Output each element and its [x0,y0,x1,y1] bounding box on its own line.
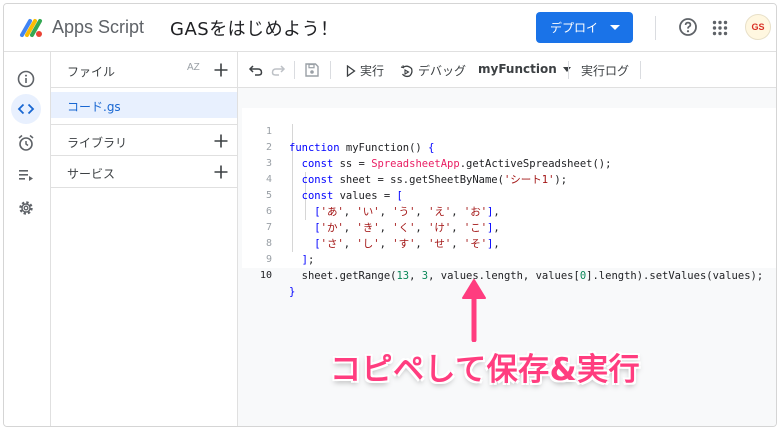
code-line: 3 const sheet = ss.getSheetByName('シート1'… [242,140,776,186]
gear-icon [19,201,33,215]
execution-log-button[interactable]: 実行ログ [581,62,629,79]
line-number: 10 [259,270,272,281]
debug-icon [400,64,413,77]
code-area[interactable]: 1 function myFunction() { 2 const ss = S… [242,108,776,298]
add-library-icon[interactable] [213,133,229,149]
undo-icon[interactable] [248,62,264,78]
execution-log-label: 実行ログ [581,64,630,78]
file-item-label: コード.gs [67,100,121,114]
list-play-icon [19,170,33,181]
triggers-button[interactable] [11,128,41,158]
code-line: 1 function myFunction() { [242,108,776,154]
code-line: 9 sheet.getRange(13, 3, values.length, v… [242,236,776,282]
debug-label: デバッグ [418,64,467,78]
toolbar-divider [640,61,641,79]
overview-button[interactable] [11,64,41,94]
function-select[interactable]: myFunction [478,62,571,76]
avatar[interactable]: GS [745,14,771,40]
libraries-label: ライブラリ [67,136,128,150]
code-line: 7 ['さ', 'し', 'す', 'せ', 'そ'], [242,204,776,250]
code-text: } [289,286,296,298]
apps-script-logo-icon[interactable] [18,15,44,39]
file-item-code-gs[interactable]: コード.gs [51,92,237,118]
apps-script-window: Apps Script GASをはじめよう！ デプロイ GS ファイル AZ コ… [3,3,777,427]
info-icon [17,70,35,88]
libraries-section[interactable]: ライブラリ [51,124,237,156]
annotation-text: コピペして保存&実行 [330,352,641,388]
code-line: 2 const ss = SpreadsheetApp.getActiveSpr… [242,124,776,170]
annotation-arrow-icon [462,279,486,342]
sort-az-icon[interactable]: AZ [187,62,200,73]
toolbar-divider [330,61,331,79]
debug-button[interactable]: デバッグ [400,62,466,79]
deploy-button[interactable]: デプロイ [536,12,633,43]
side-rail [4,52,48,426]
code-line: 6 ['か', 'き', 'く', 'け', 'こ'], [242,188,776,234]
code-line: 8 ]; [242,220,776,266]
services-section[interactable]: サービス [51,156,237,188]
code-text: sheet.getRange(13, 3, values.length, val… [289,270,764,282]
header-divider [655,16,656,40]
redo-icon[interactable] [270,62,286,78]
save-icon[interactable] [304,62,320,78]
toolbar-divider [568,61,569,79]
avatar-text: GS [751,22,765,32]
chevron-down-icon [562,66,571,72]
files-title: ファイル [67,65,116,79]
code-line: 5 ['あ', 'い', 'う', 'え', 'お'], [242,172,776,218]
code-line: 10 } [242,252,776,298]
code-line: 4 const values = [ [242,156,776,202]
top-bar: Apps Script GASをはじめよう！ デプロイ GS [4,4,776,52]
project-title[interactable]: GASをはじめよう！ [170,15,339,41]
run-label: 実行 [360,64,385,78]
services-label: サービス [67,167,116,181]
files-panel: ファイル AZ コード.gs ライブラリ サービス [50,52,238,426]
play-icon [346,64,356,77]
function-select-label: myFunction [478,62,557,76]
files-header: ファイル AZ [51,52,237,88]
toolbar-divider [294,61,295,79]
alarm-icon [18,134,34,151]
editor-toolbar: 実行 デバッグ myFunction 実行ログ [238,52,776,88]
executions-button[interactable] [11,160,41,190]
code-icon [17,103,35,115]
editor-button[interactable] [11,94,41,124]
add-file-icon[interactable] [213,62,229,78]
add-service-icon[interactable] [213,164,229,180]
apps-grid-icon[interactable] [712,20,728,36]
help-icon[interactable] [678,17,698,37]
brand-name: Apps Script [52,17,145,37]
chevron-down-icon [610,25,621,30]
settings-button[interactable] [11,193,41,223]
run-button[interactable]: 実行 [346,62,384,79]
deploy-label: デプロイ [550,21,599,35]
